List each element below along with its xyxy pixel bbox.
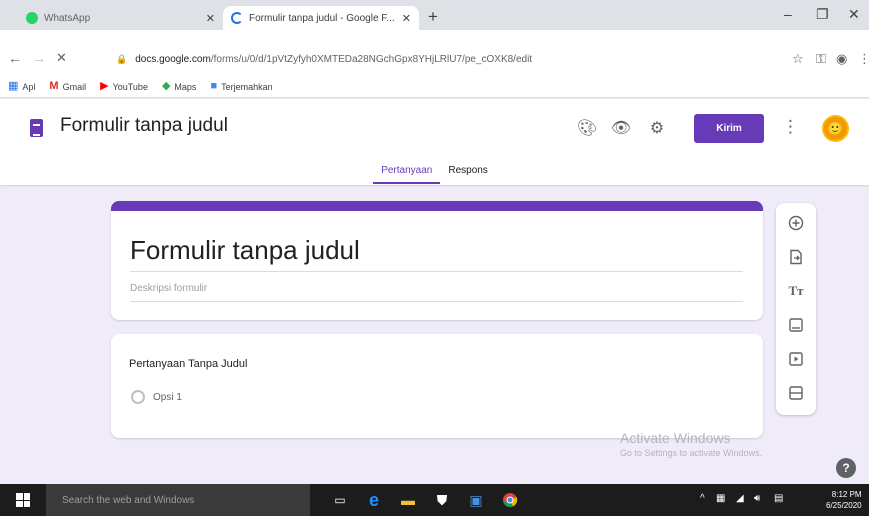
stop-loading-icon[interactable]: ✕ xyxy=(56,51,67,64)
loading-icon xyxy=(231,12,243,24)
chrome-icon[interactable] xyxy=(500,490,520,510)
profile-icon[interactable]: ◉ xyxy=(836,52,847,65)
bookmark-gmail[interactable]: M Gmail xyxy=(49,81,86,92)
minimize-button[interactable]: – xyxy=(784,6,792,22)
bookmark-star-icon[interactable]: ☆ xyxy=(792,52,804,65)
url-host: docs.google.com xyxy=(135,53,211,65)
windows-taskbar: Search the web and Windows ▭ e ▬ ⛊ ▣ ^ ▦… xyxy=(0,484,869,516)
browser-toolbar: ← → ✕ 🔒 docs.google.com /forms/u/0/d/1pV… xyxy=(0,30,869,76)
app-icon[interactable]: ▣ xyxy=(466,490,486,510)
radio-button[interactable] xyxy=(131,390,145,404)
notifications-icon[interactable]: ▤ xyxy=(774,494,783,504)
clock-date: 6/25/2020 xyxy=(826,501,862,510)
forms-logo-icon[interactable] xyxy=(30,119,43,137)
tab-responses[interactable]: Respons xyxy=(440,165,495,184)
gmail-icon: M xyxy=(49,80,59,92)
back-icon[interactable]: ← xyxy=(8,51,22,65)
volume-icon[interactable]: 🔊︎ xyxy=(754,494,760,504)
watermark-subtitle: Go to Settings to activate Windows. xyxy=(620,448,763,458)
taskbar-clock[interactable]: 8:12 PM 6/25/2020 xyxy=(826,489,862,511)
extension-key-icon[interactable]: ⚿ xyxy=(816,52,826,65)
settings-gear-icon[interactable]: ⚙ xyxy=(646,117,668,139)
bookmark-translate[interactable]: ■ Terjemahkan xyxy=(210,81,272,92)
tab-questions[interactable]: Pertanyaan xyxy=(373,165,441,184)
bookmark-label: Apl xyxy=(22,81,36,92)
chrome-menu-icon[interactable]: ⋮ xyxy=(858,52,869,65)
forms-header: Formulir tanpa judul 🎨︎ 👁︎ ⚙ Kirim ⋮ 🙂 P… xyxy=(0,99,869,185)
watermark-title: Activate Windows xyxy=(620,430,731,446)
url-path: /forms/u/0/d/1pVtZyfyh0XMTEDa28NGchGpx8Y… xyxy=(210,53,533,65)
import-questions-icon[interactable] xyxy=(784,245,808,269)
tab-title: Formulir tanpa judul - Google F... xyxy=(249,12,395,24)
form-description-input[interactable]: Deskripsi formulir xyxy=(130,283,207,294)
activate-windows-watermark: Activate Windows Go to Settings to activ… xyxy=(620,430,762,458)
network-icon[interactable]: ▦ xyxy=(716,494,725,504)
close-window-button[interactable]: ✕ xyxy=(848,6,860,23)
form-title-input[interactable]: Formulir tanpa judul xyxy=(130,235,360,266)
tab-title: WhatsApp xyxy=(44,12,91,24)
tray-chevron-icon[interactable]: ^ xyxy=(700,494,705,504)
translate-icon: ■ xyxy=(210,80,218,92)
preview-eye-icon[interactable]: 👁︎ xyxy=(610,117,632,139)
bookmark-maps[interactable]: ◆ Maps xyxy=(162,81,196,92)
bookmark-label: YouTube xyxy=(112,81,148,92)
forward-icon[interactable]: → xyxy=(32,51,46,65)
file-explorer-icon[interactable]: ▬ xyxy=(398,490,418,510)
send-button[interactable]: Kirim xyxy=(694,114,764,143)
task-view-icon[interactable]: ▭ xyxy=(330,490,350,510)
windows-start-icon[interactable] xyxy=(16,493,30,507)
maximize-button[interactable]: ❐ xyxy=(816,6,829,23)
close-tab-icon[interactable]: ✕ xyxy=(402,12,411,25)
title-underline xyxy=(130,271,743,272)
bookmark-label: Maps xyxy=(174,81,197,92)
edge-browser-icon[interactable]: e xyxy=(364,490,384,510)
add-title-icon[interactable]: Tт xyxy=(784,279,808,303)
question-title[interactable]: Pertanyaan Tanpa Judul xyxy=(129,358,247,370)
option-label[interactable]: Opsi 1 xyxy=(153,392,182,403)
bookmark-youtube[interactable]: ▶ YouTube xyxy=(100,81,148,92)
store-icon[interactable]: ⛊ xyxy=(432,490,452,510)
bookmark-apps[interactable]: ▦ Apl xyxy=(8,81,35,92)
question-toolbar: Tт xyxy=(776,203,816,415)
bookmarks-bar: ▦ Apl M Gmail ▶ YouTube ◆ Maps ■ Terjema… xyxy=(0,76,869,98)
palette-icon[interactable]: 🎨︎ xyxy=(576,117,598,139)
add-image-icon[interactable] xyxy=(784,313,808,337)
youtube-icon: ▶ xyxy=(100,80,109,92)
lock-icon[interactable]: 🔒 xyxy=(116,54,127,65)
taskbar-search-input[interactable]: Search the web and Windows xyxy=(46,484,310,516)
form-tabs: Pertanyaan Respons xyxy=(0,165,869,184)
add-video-icon[interactable] xyxy=(784,347,808,371)
close-tab-icon[interactable]: ✕ xyxy=(206,12,215,25)
address-bar[interactable]: 🔒 docs.google.com /forms/u/0/d/1pVtZyfyh… xyxy=(106,48,776,70)
add-section-icon[interactable] xyxy=(784,381,808,405)
bookmark-label: Terjemahkan xyxy=(221,81,273,92)
question-card[interactable]: Pertanyaan Tanpa Judul Opsi 1 xyxy=(111,334,763,438)
document-title[interactable]: Formulir tanpa judul xyxy=(60,115,228,137)
apps-icon: ▦ xyxy=(8,80,19,92)
bookmark-label: Gmail xyxy=(62,81,87,92)
add-question-icon[interactable] xyxy=(784,211,808,235)
form-title-card: Formulir tanpa judul Deskripsi formulir xyxy=(111,201,763,320)
more-options-icon[interactable]: ⋮ xyxy=(782,118,799,135)
whatsapp-icon xyxy=(26,12,38,24)
tab-whatsapp[interactable]: WhatsApp ✕ xyxy=(18,6,223,30)
user-avatar[interactable]: 🙂 xyxy=(822,115,849,142)
wifi-icon[interactable]: ◢ xyxy=(736,494,744,504)
help-icon[interactable]: ? xyxy=(836,458,856,478)
clock-time: 8:12 PM xyxy=(831,490,862,499)
new-tab-button[interactable]: + xyxy=(428,7,438,27)
description-underline xyxy=(130,301,743,302)
maps-icon: ◆ xyxy=(161,80,171,92)
tab-google-forms[interactable]: Formulir tanpa judul - Google F... ✕ xyxy=(223,6,419,30)
browser-tab-strip: WhatsApp ✕ Formulir tanpa judul - Google… xyxy=(0,0,869,30)
